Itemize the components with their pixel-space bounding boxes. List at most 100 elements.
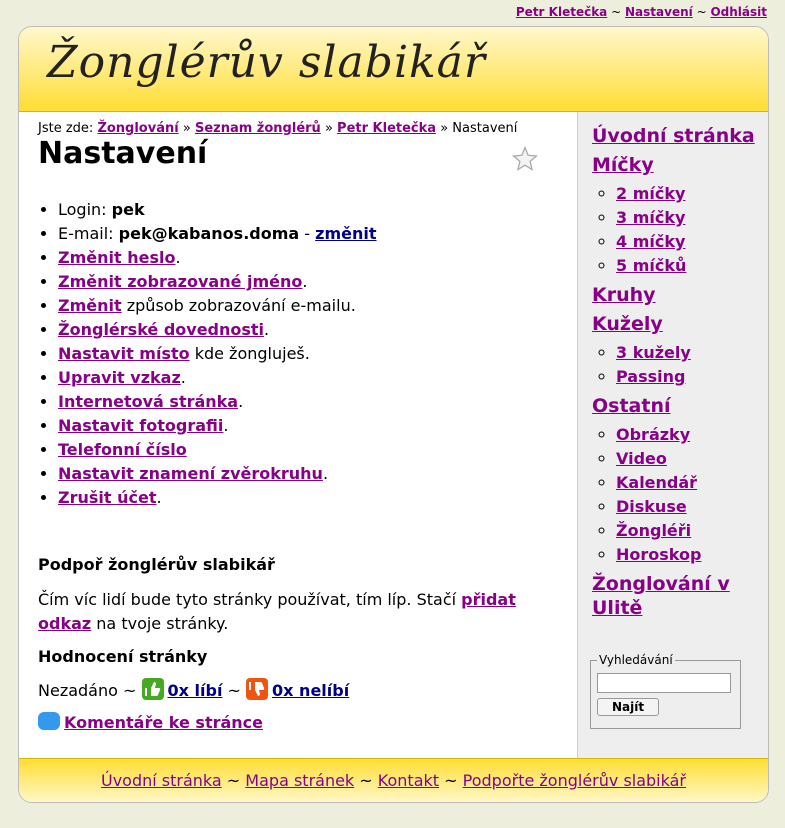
sidebar-item-calendar[interactable]: Kalendář: [616, 473, 697, 492]
page-title: Nastavení: [38, 136, 208, 171]
list-item: 4 míčky: [616, 230, 757, 254]
support-text: Čím víc lidí bude tyto stránky používat,…: [38, 588, 538, 636]
sidebar-item-other[interactable]: Ostatní: [592, 394, 757, 418]
favorite-star-icon[interactable]: [512, 146, 538, 172]
main-content: Jste zde: Žonglování » Seznam žonglérů »…: [19, 112, 577, 758]
change-display-name-link[interactable]: Změnit zobrazované jméno: [58, 272, 302, 291]
list-item: Změnit heslo.: [58, 246, 377, 270]
set-photo-link[interactable]: Nastavit fotografii: [58, 416, 223, 435]
phone-number-link[interactable]: Telefonní číslo: [58, 440, 187, 459]
sidebar-item-video[interactable]: Video: [616, 449, 667, 468]
breadcrumb-item-juggler-list[interactable]: Seznam žonglérů: [195, 121, 321, 136]
juggling-skills-link[interactable]: Žonglérské dovednosti: [58, 320, 264, 339]
support-text-after: na tvoje stránky.: [91, 614, 229, 633]
separator: ~: [359, 771, 373, 790]
list-item: Upravit vzkaz.: [58, 366, 377, 390]
footer-link-contact[interactable]: Kontakt: [378, 771, 439, 790]
rating-status: Nezadáno: [38, 681, 118, 700]
item-text: .: [264, 320, 270, 339]
list-item: E-mail: pek@kabanos.doma - změnit: [58, 222, 377, 246]
login-label: Login:: [58, 200, 107, 219]
website-link[interactable]: Internetová stránka: [58, 392, 238, 411]
sidebar-item-jugglers[interactable]: Žongléři: [616, 521, 691, 540]
dislike-count: 0x nelíbí: [272, 681, 350, 700]
list-item: Nastavit fotografii.: [58, 414, 377, 438]
footer-link-support[interactable]: Podpořte žonglérův slabikář: [463, 771, 686, 790]
settings-list: Login: pek E-mail: pek@kabanos.doma - zm…: [38, 198, 377, 510]
list-item: Telefonní číslo: [58, 438, 377, 462]
breadcrumb-item-juggling[interactable]: Žonglování: [97, 121, 178, 136]
change-email-display-link[interactable]: Změnit: [58, 296, 122, 315]
top-user-links: Petr Kletečka ~ Nastavení ~ Odhlásit: [516, 5, 767, 19]
item-text: .: [156, 488, 162, 507]
speech-bubble-icon: [38, 712, 60, 730]
settings-link[interactable]: Nastavení: [625, 5, 693, 19]
dislike-button[interactable]: 0x nelíbí: [246, 678, 350, 700]
breadcrumb-current: Nastavení: [452, 121, 518, 136]
sidebar-item-images[interactable]: Obrázky: [616, 425, 690, 444]
sidebar-item-4-balls[interactable]: 4 míčky: [616, 232, 685, 251]
list-item: Nastavit znamení zvěrokruhu.: [58, 462, 377, 486]
sidebar-item-5-balls[interactable]: 5 míčků: [616, 256, 686, 275]
change-password-link[interactable]: Změnit heslo: [58, 248, 175, 267]
email-label: E-mail:: [58, 224, 114, 243]
comments-link[interactable]: Komentáře ke stránce: [38, 712, 263, 732]
separator: -: [304, 224, 311, 243]
item-text: .: [223, 416, 229, 435]
search-box: Vyhledávání Najít: [590, 653, 741, 729]
list-item: 3 kužely: [616, 341, 757, 365]
item-text: .: [180, 368, 186, 387]
set-location-link[interactable]: Nastavit místo: [58, 344, 190, 363]
like-button[interactable]: 0x líbí: [141, 678, 223, 700]
login-value: pek: [111, 200, 145, 219]
sidebar-sublist-other: Obrázky Video Kalendář Diskuse Žongléři …: [592, 423, 757, 567]
breadcrumb-prefix: Jste zde:: [38, 121, 94, 136]
comments-label: Komentáře ke stránce: [64, 713, 263, 732]
sidebar-item-passing[interactable]: Passing: [616, 367, 685, 386]
user-profile-link[interactable]: Petr Kletečka: [516, 5, 607, 19]
separator: ~: [444, 771, 458, 790]
footer-link-home[interactable]: Úvodní stránka: [101, 771, 222, 790]
separator: ~: [611, 5, 622, 19]
item-text: .: [302, 272, 308, 291]
logout-link[interactable]: Odhlásit: [710, 5, 767, 19]
breadcrumb-item-user[interactable]: Petr Kletečka: [337, 121, 436, 136]
footer-link-sitemap[interactable]: Mapa stránek: [245, 771, 354, 790]
like-count: 0x líbí: [167, 681, 223, 700]
comments-row: Komentáře ke stránce: [38, 712, 263, 732]
edit-message-link[interactable]: Upravit vzkaz: [58, 368, 181, 387]
item-text: .: [175, 248, 181, 267]
sidebar-item-home[interactable]: Úvodní stránka: [592, 124, 757, 148]
change-email-link[interactable]: změnit: [315, 224, 376, 243]
sidebar-item-ulita[interactable]: Žonglování v Ulitě: [592, 572, 757, 620]
separator: ~: [226, 771, 241, 790]
sidebar-item-3-balls[interactable]: 3 míčky: [616, 208, 685, 227]
search-input[interactable]: [597, 673, 731, 693]
sidebar-nav: Úvodní stránka Míčky 2 míčky 3 míčky 4 m…: [592, 124, 757, 625]
page-frame: Žonglérův slabikář Jste zde: Žonglování …: [18, 26, 769, 803]
list-item: Zrušit účet.: [58, 486, 377, 510]
list-item: 3 míčky: [616, 206, 757, 230]
set-zodiac-link[interactable]: Nastavit znamení zvěrokruhu: [58, 464, 323, 483]
sidebar-item-clubs[interactable]: Kužely: [592, 312, 757, 336]
item-text: .: [322, 464, 329, 483]
search-button[interactable]: Najít: [597, 698, 660, 716]
site-logo[interactable]: Žonglérův slabikář: [47, 37, 486, 88]
list-item: Žonglérské dovednosti.: [58, 318, 377, 342]
list-item: Změnit zobrazované jméno.: [58, 270, 377, 294]
sidebar-item-discussion[interactable]: Diskuse: [616, 497, 687, 516]
sidebar-item-rings[interactable]: Kruhy: [592, 283, 757, 307]
separator: ~: [696, 5, 707, 19]
list-item: Obrázky: [616, 423, 757, 447]
thumbs-down-icon: [246, 678, 269, 700]
thumbs-up-icon: [141, 678, 164, 700]
delete-account-link[interactable]: Zrušit účet: [58, 488, 156, 507]
sidebar-item-horoscope[interactable]: Horoskop: [616, 545, 701, 564]
sidebar-item-3-clubs[interactable]: 3 kužely: [616, 343, 691, 362]
list-item: Video: [616, 447, 757, 471]
separator: ~: [123, 681, 137, 700]
sidebar-item-2-balls[interactable]: 2 míčky: [616, 184, 685, 203]
list-item: Žongléři: [616, 519, 757, 543]
breadcrumb-separator: »: [324, 121, 333, 136]
sidebar-item-balls[interactable]: Míčky: [592, 153, 757, 177]
